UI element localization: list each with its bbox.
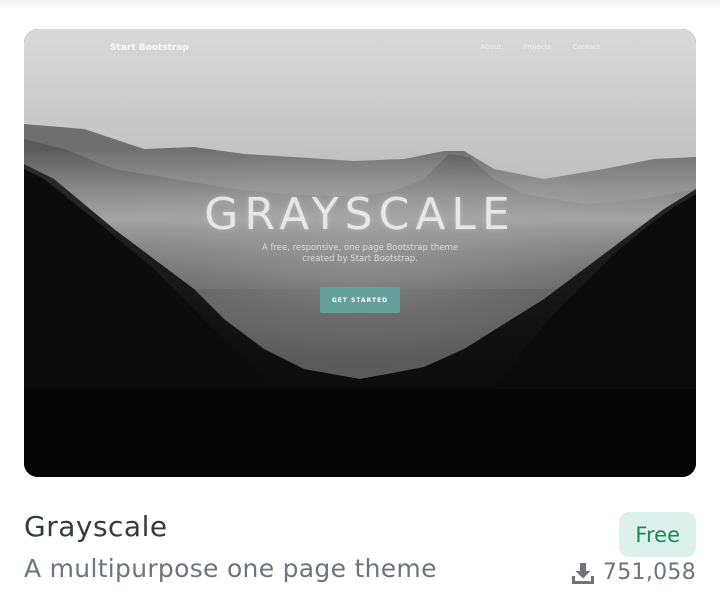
preview-subtitle-line2: created by Start Bootstrap. [302, 254, 418, 264]
price-badge: Free [619, 512, 696, 557]
theme-title[interactable]: Grayscale [24, 510, 168, 543]
theme-card[interactable]: Start Bootstrap About Projects Contact G… [0, 0, 720, 615]
download-count: 751,058 [571, 560, 696, 585]
download-icon [571, 562, 594, 584]
preview-nav-about: About [480, 43, 502, 51]
preview-title: GRAYSCALE [204, 189, 516, 240]
preview-subtitle-line1: A free, responsive, one page Bootstrap t… [261, 243, 459, 253]
preview-brand: Start Bootstrap [110, 43, 189, 53]
theme-preview-image[interactable]: Start Bootstrap About Projects Contact G… [24, 29, 696, 477]
preview-nav: About Projects Contact [480, 43, 600, 51]
theme-description: A multipurpose one page theme [24, 554, 437, 583]
download-count-value: 751,058 [602, 560, 696, 585]
preview-subtitle: A free, responsive, one page Bootstrap t… [230, 243, 490, 265]
preview-nav-projects: Projects [523, 43, 551, 51]
preview-get-started-button: GET STARTED [320, 287, 400, 313]
preview-nav-contact: Contact [572, 43, 600, 51]
